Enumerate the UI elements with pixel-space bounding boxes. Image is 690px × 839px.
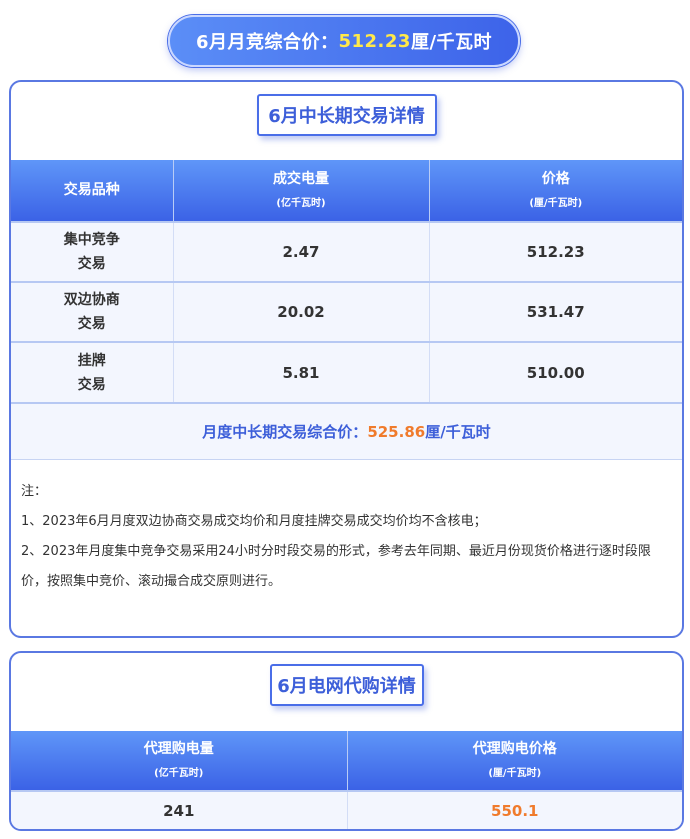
monthly-price-banner: 6月月竞综合价： 512.23 厘/千瓦时 [168, 15, 520, 67]
header-trade-type: 交易品种 [11, 160, 174, 222]
row-volume: 20.02 [173, 281, 430, 342]
agency-price: 550.1 [347, 790, 682, 829]
table-header-row: 代理购电量 (亿千瓦时) 代理购电价格 (厘/千瓦时) [11, 731, 682, 791]
note-item: 1、2023年6月月度双边协商交易成交均价和月度挂牌交易成交均价均不含核电； [21, 514, 487, 529]
composite-price-summary: 月度中长期交易综合价： 525.86 厘/千瓦时 [11, 402, 682, 460]
notes: 注： 1、2023年6月月度双边协商交易成交均价和月度挂牌交易成交均价均不含核电… [21, 477, 676, 597]
header-price: 价格 (厘/千瓦时) [429, 160, 682, 222]
row-trade-type: 双边协商 交易 [11, 281, 174, 342]
table-row: 集中竞争 交易 2.47 512.23 [11, 221, 682, 282]
banner-value: 512.23 [338, 30, 411, 52]
header-price-unit: (厘/千瓦时) [529, 197, 583, 209]
note-item: 2、2023年月度集中竞争交易采用24小时分时段交易的形式，参考去年同期、最近月… [21, 544, 651, 589]
header-agency-price-unit: (厘/千瓦时) [488, 767, 542, 779]
section-title: 6月电网代购详情 [269, 664, 424, 706]
summary-prefix: 月度中长期交易综合价： [202, 423, 368, 441]
mid-long-term-card: 6月中长期交易详情 交易品种 成交电量 (亿千瓦时) 价格 (厘/千瓦时) 集中竞争… [9, 80, 684, 638]
summary-value: 525.86 [367, 422, 426, 441]
header-volume-unit: (亿千瓦时) [276, 197, 326, 209]
section-title: 6月中长期交易详情 [256, 94, 437, 136]
row-price: 512.23 [429, 221, 682, 282]
row-trade-type: 集中竞争 交易 [11, 221, 174, 282]
table-row: 挂牌 交易 5.81 510.00 [11, 341, 682, 402]
mid-long-term-table: 交易品种 成交电量 (亿千瓦时) 价格 (厘/千瓦时) 集中竞争 交易 2.47 51… [11, 160, 682, 402]
header-volume: 成交电量 (亿千瓦时) [173, 160, 430, 222]
grid-agency-table: 代理购电量 (亿千瓦时) 代理购电价格 (厘/千瓦时) 241 550.1 [11, 731, 682, 829]
notes-heading: 注： [21, 484, 48, 499]
table-row: 双边协商 交易 20.02 531.47 [11, 281, 682, 342]
summary-unit: 厘/千瓦时 [425, 423, 491, 441]
banner-prefix: 6月月竞综合价： [195, 32, 339, 53]
header-agency-price: 代理购电价格 (厘/千瓦时) [347, 731, 682, 791]
table-header-row: 交易品种 成交电量 (亿千瓦时) 价格 (厘/千瓦时) [11, 160, 682, 222]
table-row: 241 550.1 [11, 790, 682, 829]
row-price: 510.00 [429, 341, 682, 402]
row-volume: 5.81 [173, 341, 430, 402]
row-price: 531.47 [429, 281, 682, 342]
header-agency-volume-unit: (亿千瓦时) [154, 767, 204, 779]
row-volume: 2.47 [173, 221, 430, 282]
grid-agency-card: 6月电网代购详情 代理购电量 (亿千瓦时) 代理购电价格 (厘/千瓦时) 241 5… [9, 651, 684, 831]
row-trade-type: 挂牌 交易 [11, 341, 174, 402]
banner-unit: 厘/千瓦时 [410, 32, 493, 53]
agency-volume: 241 [11, 790, 348, 829]
header-agency-volume: 代理购电量 (亿千瓦时) [11, 731, 348, 791]
